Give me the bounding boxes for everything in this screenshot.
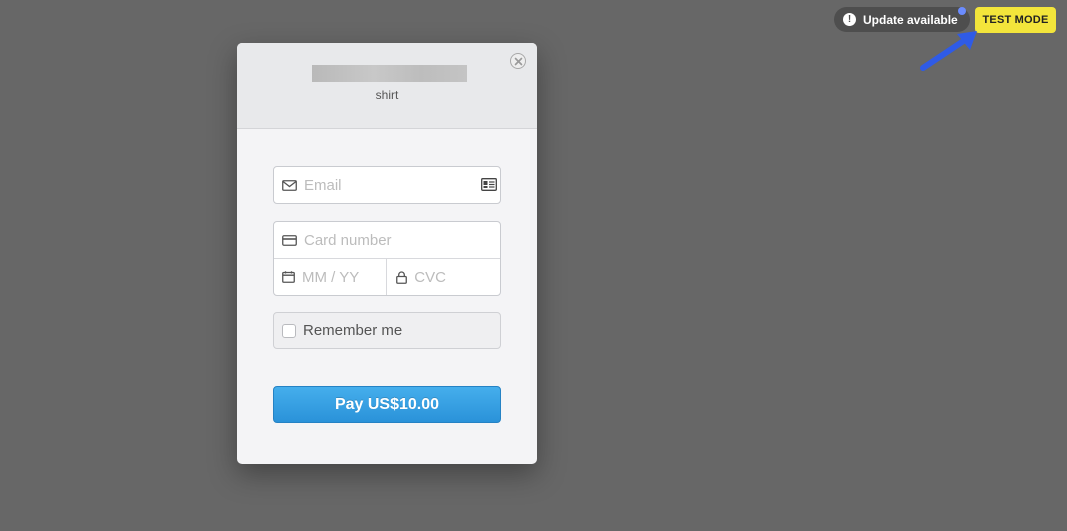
lock-icon (395, 270, 407, 285)
close-icon (514, 57, 522, 65)
expiry-input[interactable] (302, 268, 386, 286)
calendar-icon (282, 270, 295, 285)
id-card-icon[interactable] (481, 178, 497, 191)
card-number-input[interactable] (304, 231, 500, 249)
page-background: ! Update available TEST MODE shirt Email… (0, 0, 1067, 531)
email-field-group (273, 166, 501, 204)
card-number-field[interactable] (274, 222, 500, 258)
credit-card-icon (282, 233, 297, 248)
checkout-modal: shirt Email Card number MM / YY CVC Reme… (237, 43, 537, 464)
alert-icon: ! (843, 13, 856, 26)
email-input[interactable] (304, 176, 500, 194)
pay-button[interactable]: Pay US$10.00 (273, 386, 501, 423)
product-description: shirt (375, 88, 399, 102)
notification-dot (958, 7, 966, 15)
card-field-group (273, 221, 501, 296)
cvc-input[interactable] (414, 268, 500, 286)
test-mode-badge[interactable]: TEST MODE (975, 7, 1056, 33)
arrow-icon (920, 31, 977, 71)
email-field[interactable] (274, 167, 500, 203)
merchant-name (312, 65, 467, 82)
cvc-field[interactable] (387, 259, 500, 295)
remember-me-checkbox[interactable] (282, 323, 296, 338)
card-details-row (274, 258, 500, 295)
close-button[interactable] (510, 53, 526, 69)
update-available-label: Update available (863, 12, 958, 27)
envelope-icon (282, 178, 297, 193)
remember-me-toggle[interactable]: Remember me (273, 312, 501, 349)
remember-me-label: Remember me (303, 322, 403, 339)
modal-header: shirt (237, 43, 537, 129)
expiry-field[interactable] (274, 259, 387, 295)
